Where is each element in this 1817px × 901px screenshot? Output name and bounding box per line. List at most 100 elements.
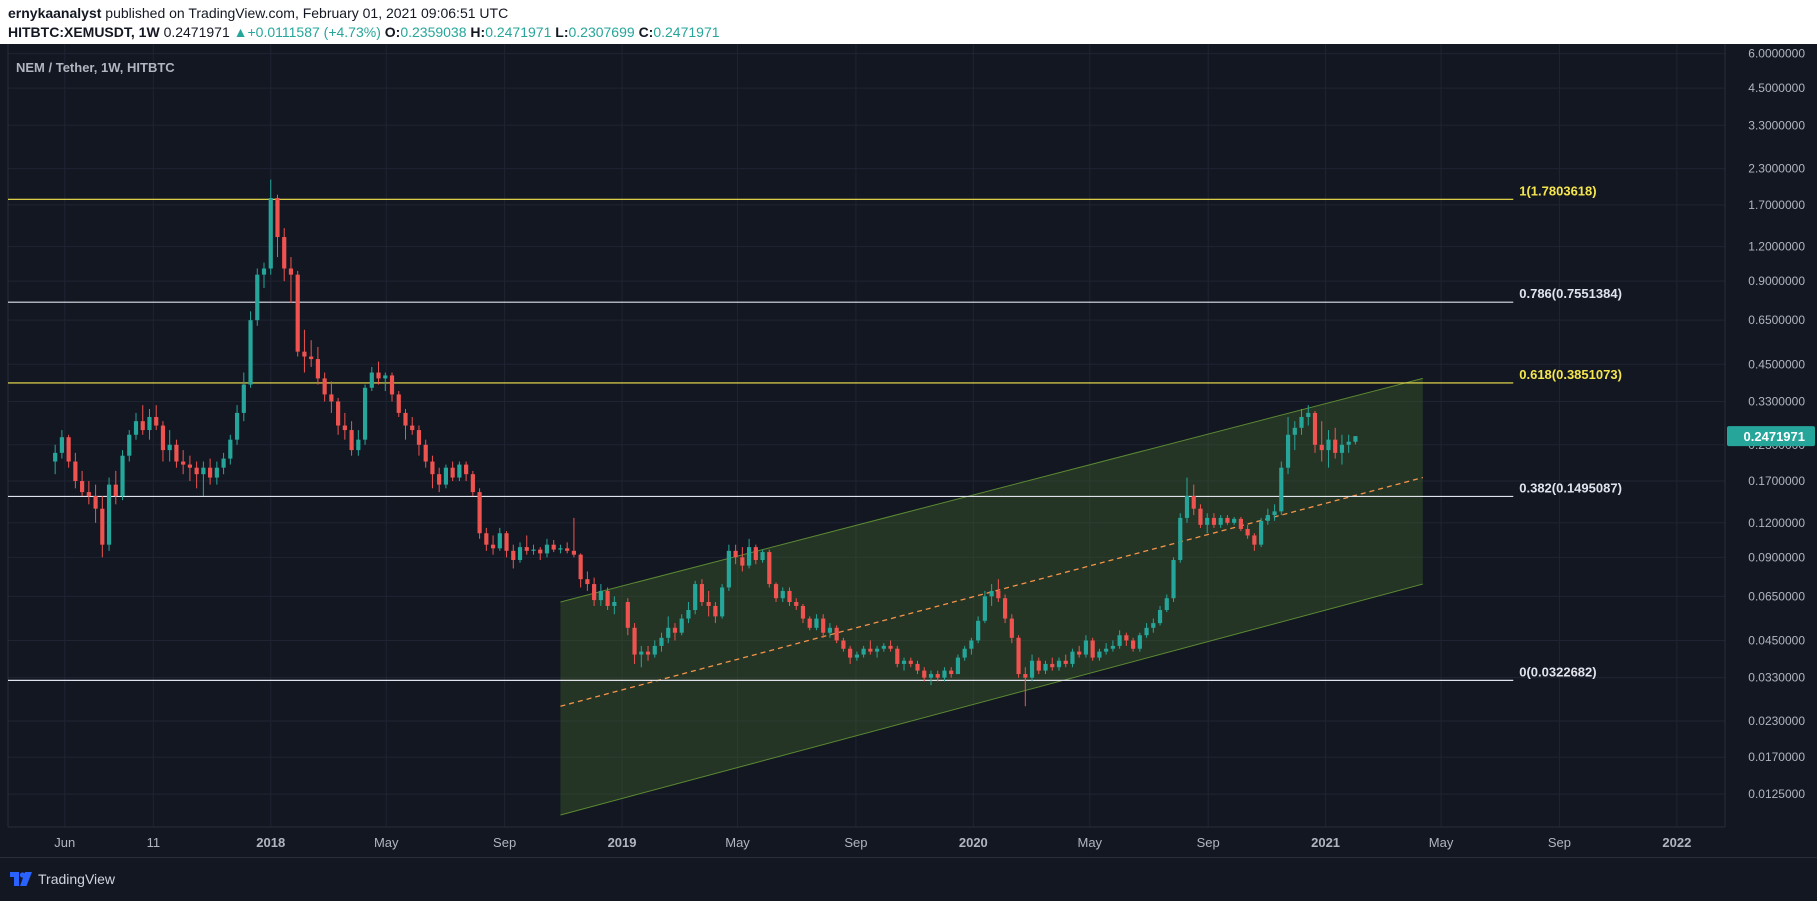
candle-body <box>746 547 752 566</box>
candle-body <box>113 484 118 497</box>
candle-body <box>720 587 725 617</box>
candle-body <box>181 461 186 465</box>
x-tick-label: Sep <box>493 835 516 850</box>
candle-body <box>295 274 300 352</box>
candle-body <box>800 605 806 619</box>
candle-body <box>1319 444 1324 451</box>
chart-area[interactable]: 6.0000000 4.5000000 3.3000000 2.3000000 1.70… <box>0 44 1817 900</box>
candle-body <box>1285 434 1291 468</box>
candle-body <box>706 602 711 606</box>
last-price-label: 0.2471971 <box>1744 429 1805 444</box>
candle-body <box>672 627 678 633</box>
candle-body <box>410 425 415 431</box>
candle-body <box>1346 441 1351 445</box>
candle-body <box>565 548 570 551</box>
published-text: published on TradingView.com, February 0… <box>105 5 509 21</box>
candle-body <box>834 627 839 641</box>
candle-body <box>147 416 152 431</box>
x-tick-label: May <box>374 835 399 850</box>
candle-body <box>982 596 987 621</box>
candle-body <box>787 590 792 603</box>
candle-body <box>336 401 341 426</box>
y-tick-label: 0.9000000 <box>1748 274 1805 288</box>
candle-body <box>895 648 900 664</box>
candle-body <box>1339 444 1345 453</box>
symbol-label: HITBTC:XEMUSDT, 1W <box>8 24 160 40</box>
candle-body <box>86 492 91 497</box>
candle-body <box>1083 640 1089 655</box>
candle-body <box>1009 618 1014 638</box>
x-tick-label: May <box>1429 835 1454 850</box>
x-tick-label: May <box>725 835 750 850</box>
change-value: +0.0111587 (+4.73%) <box>247 24 381 40</box>
candle-body <box>794 602 799 606</box>
candle-body <box>1110 645 1115 649</box>
candle-body <box>814 618 819 628</box>
y-tick-label: 0.0170000 <box>1748 750 1805 764</box>
candle-body <box>1225 517 1230 523</box>
candle-body <box>248 320 253 385</box>
candle-body <box>652 645 657 655</box>
candle-body <box>201 467 206 475</box>
candle-body <box>928 674 934 678</box>
candle-body <box>1171 560 1176 599</box>
candle-body <box>241 384 246 413</box>
candle-body <box>949 670 954 675</box>
candle-body <box>120 455 125 497</box>
candle-body <box>1211 517 1217 525</box>
candle-body <box>66 437 71 462</box>
candle-body <box>376 372 381 379</box>
candle-body <box>1003 598 1008 619</box>
candle-body <box>955 657 961 675</box>
candle-body <box>1056 660 1062 668</box>
candle-body <box>874 648 880 652</box>
candle-body <box>1245 528 1250 536</box>
candle-body <box>1016 637 1021 675</box>
candle-body <box>369 372 374 388</box>
candle-body <box>666 627 671 638</box>
author-name[interactable]: ernykaanalyst <box>8 5 101 21</box>
candle-body <box>288 268 294 275</box>
candle-body <box>1272 511 1277 516</box>
candle-body <box>1144 627 1149 636</box>
candle-body <box>221 458 226 468</box>
candle-body <box>133 421 139 435</box>
candle-body <box>275 198 280 238</box>
candle-body <box>1050 663 1055 668</box>
candle-body <box>693 584 698 611</box>
candle-body <box>464 464 469 475</box>
candle-body <box>450 467 455 478</box>
candle-body <box>1232 518 1237 523</box>
candle-body <box>53 452 58 462</box>
candle-body <box>329 394 334 402</box>
candle-body <box>699 584 705 603</box>
candle-body <box>888 645 893 649</box>
candle-body <box>504 533 509 551</box>
x-tick-label: 2020 <box>959 835 988 850</box>
candle-body <box>1198 508 1203 525</box>
candle-body <box>470 474 475 493</box>
candle-body <box>578 554 583 580</box>
candle-body <box>821 618 826 633</box>
x-tick-label: Sep <box>1548 835 1571 850</box>
candle-body <box>1124 635 1129 641</box>
candle-body <box>1090 640 1095 658</box>
candle-body <box>234 412 240 440</box>
tradingview-logo-icon <box>10 872 32 886</box>
candle-body <box>767 552 772 585</box>
candle-body <box>1157 610 1163 624</box>
price-chart[interactable]: 6.0000000 4.5000000 3.3000000 2.3000000 1.70… <box>0 44 1817 857</box>
candle-body <box>59 437 64 453</box>
header-bar: ernykaanalyst published on TradingView.c… <box>0 0 1817 44</box>
tradingview-logo[interactable]: TradingView <box>10 871 115 887</box>
y-tick-label: 3.3000000 <box>1748 118 1805 132</box>
candle-body <box>605 590 610 606</box>
candle-body <box>753 547 758 561</box>
candle-body <box>632 627 637 655</box>
candle-body <box>976 620 981 641</box>
y-tick-label: 0.6500000 <box>1748 313 1805 327</box>
candle-body <box>1292 427 1297 435</box>
candle-body <box>511 550 516 561</box>
candle-body <box>356 439 361 451</box>
candle-body <box>106 484 112 545</box>
